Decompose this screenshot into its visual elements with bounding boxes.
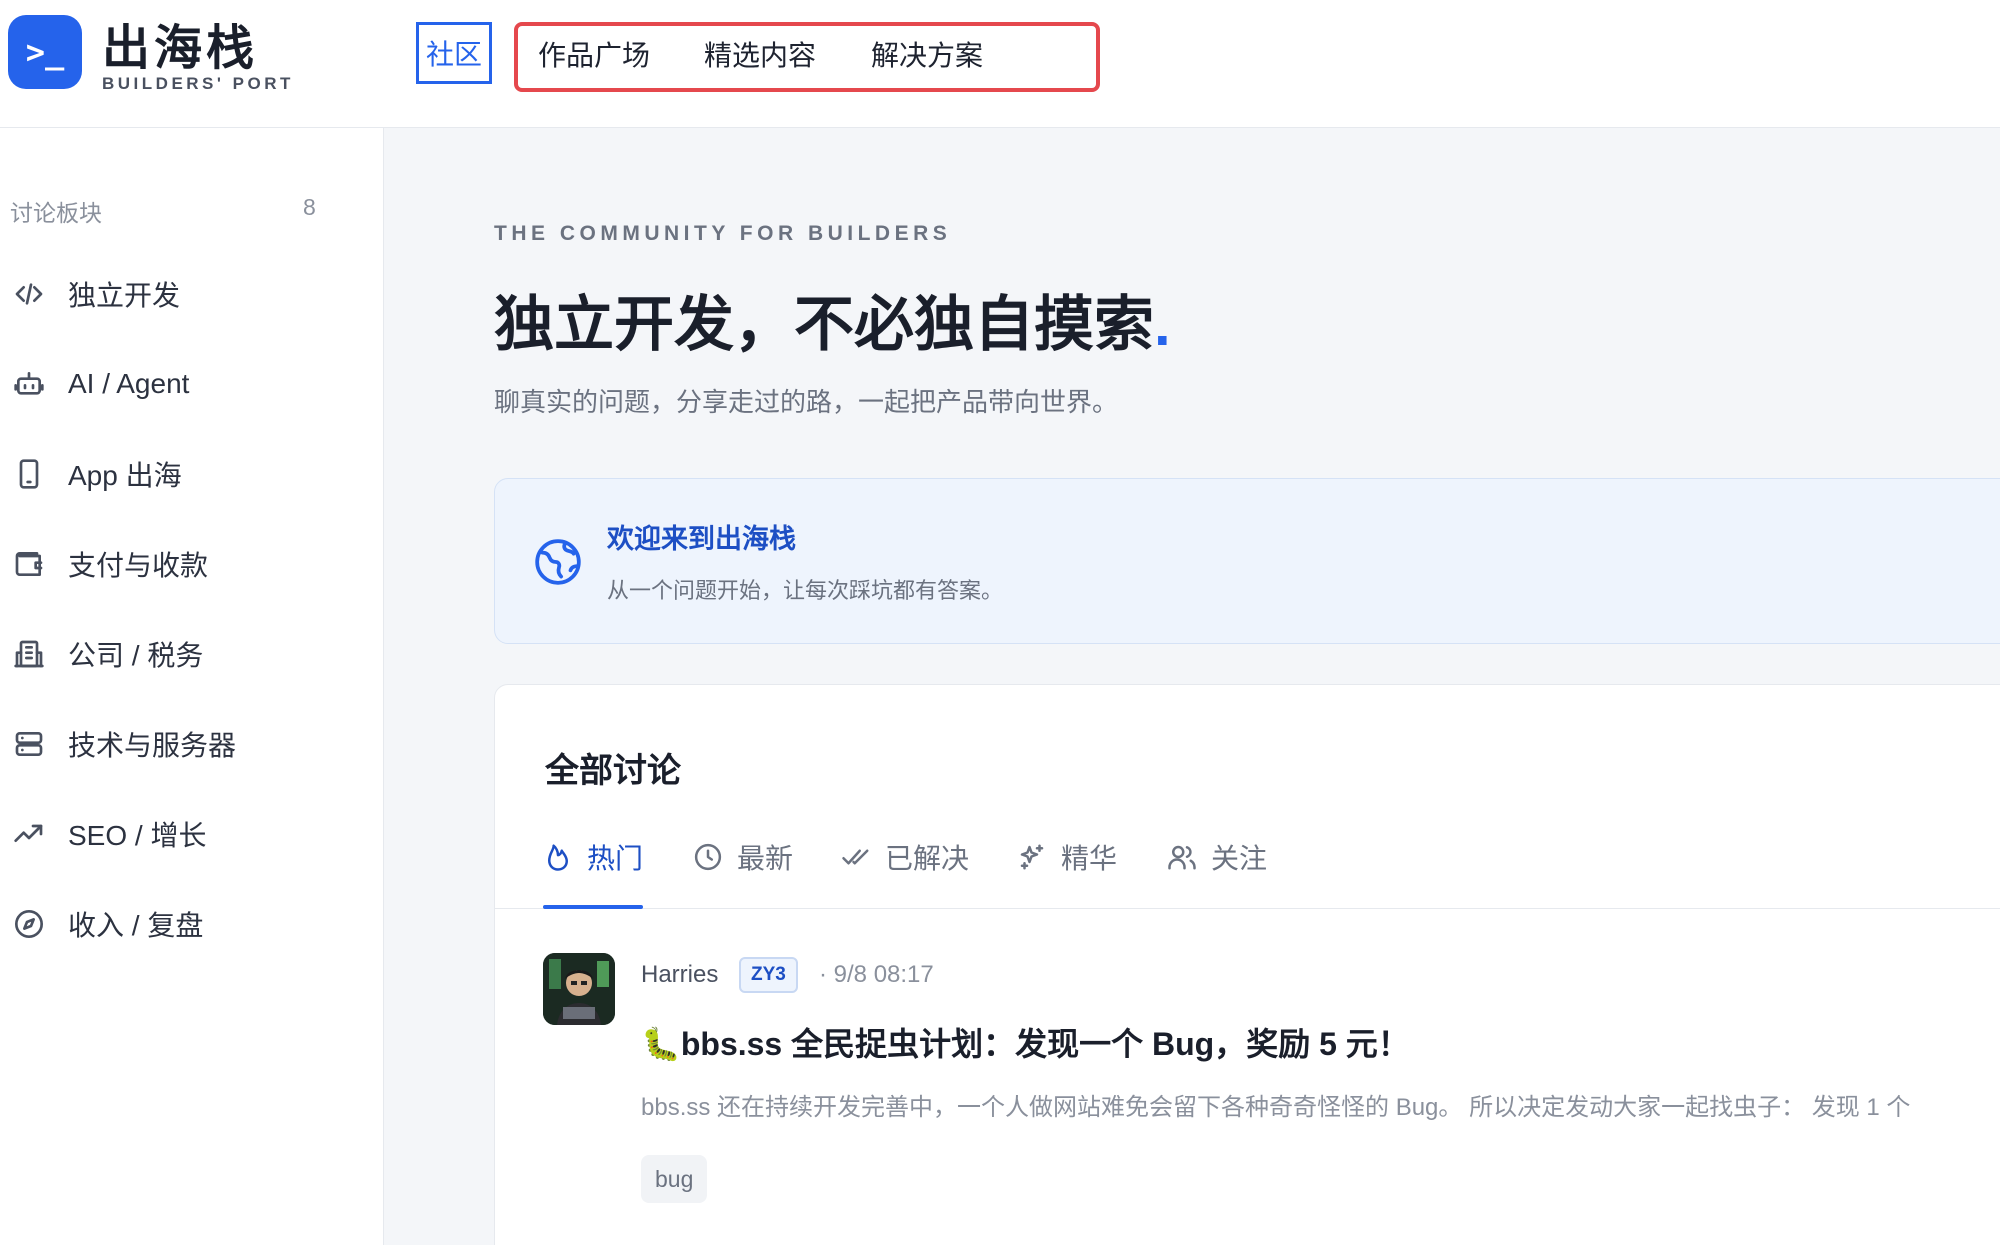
building-icon <box>12 637 46 671</box>
sidebar-item-label: AI / Agent <box>68 368 190 399</box>
tab-solved[interactable]: 已解决 <box>841 805 969 909</box>
tab-label: 关注 <box>1211 843 1268 874</box>
discussion-panel: 全部讨论 热门 最新 已解决 精华 关注 Harries ZY3 · 9/8 0… <box>494 684 2000 1245</box>
robot-icon <box>12 367 46 401</box>
sidebar-item-indie-dev[interactable]: 独立开发 <box>0 264 384 324</box>
sidebar-item-label: 收入 / 复盘 <box>68 910 204 941</box>
post-time: · 9/8 08:17 <box>819 961 934 988</box>
tab-label: 已解决 <box>885 843 970 874</box>
hero-title: 独立开发，不必独自摸索. <box>494 276 1171 363</box>
sidebar-item-company-tax[interactable]: 公司 / 税务 <box>0 624 384 684</box>
bug-emoji-icon: 🐛 <box>641 1026 681 1062</box>
tab-label: 精华 <box>1061 843 1118 874</box>
sidebar-item-label: App 出海 <box>68 460 182 491</box>
tab-label: 最新 <box>737 843 794 874</box>
sidebar-item-app[interactable]: App 出海 <box>0 444 384 504</box>
double-check-icon <box>841 842 871 872</box>
code-icon <box>12 277 46 311</box>
sidebar-item-revenue-review[interactable]: 收入 / 复盘 <box>0 894 384 954</box>
nav-showcase[interactable]: 作品广场 <box>538 34 650 74</box>
welcome-banner: 欢迎来到出海栈 从一个问题开始，让每次踩坑都有答案。 <box>494 478 2000 644</box>
post-tag[interactable]: bug <box>641 1155 708 1203</box>
tagline: THE COMMUNITY FOR BUILDERS <box>494 222 952 245</box>
nav-solutions[interactable]: 解决方案 <box>871 34 983 74</box>
globe-icon <box>533 537 583 587</box>
welcome-title: 欢迎来到出海栈 <box>607 524 796 554</box>
avatar[interactable] <box>543 953 615 1025</box>
compass-icon <box>12 907 46 941</box>
sidebar-count: 8 <box>303 194 316 220</box>
hero-dot: . <box>1154 291 1171 358</box>
post-excerpt: bbs.ss 还在持续开发完善中，一个人做网站难免会留下各种奇奇怪怪的 Bug。… <box>641 1094 1911 1121</box>
sidebar-item-ai-agent[interactable]: AI / Agent <box>0 354 384 414</box>
post-title-text: bbs.ss 全民捉虫计划：发现一个 Bug，奖励 5 元！ <box>680 1026 1410 1062</box>
wallet-icon <box>12 547 46 581</box>
tab-hot[interactable]: 热门 <box>543 805 643 909</box>
sidebar-item-seo-growth[interactable]: SEO / 增长 <box>0 804 384 864</box>
smartphone-icon <box>12 457 46 491</box>
post-title[interactable]: 🐛bbs.ss 全民捉虫计划：发现一个 Bug，奖励 5 元！ <box>641 1019 1410 1065</box>
user-badge: ZY3 <box>739 957 798 993</box>
sparkles-icon <box>1017 842 1047 872</box>
sidebar-item-payment[interactable]: 支付与收款 <box>0 534 384 594</box>
sidebar-item-tech-server[interactable]: 技术与服务器 <box>0 714 384 774</box>
tab-label: 热门 <box>587 843 644 874</box>
sidebar: 讨论板块 8 独立开发 AI / Agent App 出海 支付与收款 公司 /… <box>0 128 384 1245</box>
tab-following[interactable]: 关注 <box>1167 805 1267 909</box>
active-tab-indicator <box>543 905 643 909</box>
nav-featured[interactable]: 精选内容 <box>704 34 816 74</box>
nav-community[interactable]: 社区 <box>416 22 492 84</box>
brand-subtitle: BUILDERS' PORT <box>102 74 294 93</box>
sidebar-item-label: 支付与收款 <box>68 550 209 581</box>
discussion-tabs: 热门 最新 已解决 精华 关注 <box>495 805 2000 909</box>
sidebar-item-label: SEO / 增长 <box>68 820 207 851</box>
sidebar-item-label: 技术与服务器 <box>68 730 237 761</box>
top-header: >_ 出海栈 BUILDERS' PORT 社区 作品广场 精选内容 解决方案 <box>0 0 2000 128</box>
hero-subtitle: 聊真实的问题，分享走过的路，一起把产品带向世界。 <box>494 387 1119 417</box>
brand-title[interactable]: 出海栈 <box>102 8 258 78</box>
trending-up-icon <box>12 817 46 851</box>
clock-icon <box>693 842 723 872</box>
sidebar-item-label: 独立开发 <box>68 280 181 311</box>
tab-featured[interactable]: 精华 <box>1017 805 1117 909</box>
flame-icon <box>543 842 573 872</box>
sidebar-heading: 讨论板块 <box>10 200 102 226</box>
panel-title: 全部讨论 <box>545 752 681 790</box>
welcome-text: 从一个问题开始，让每次踩坑都有答案。 <box>607 578 1004 603</box>
server-icon <box>12 727 46 761</box>
logo-icon[interactable]: >_ <box>8 15 82 89</box>
sidebar-item-label: 公司 / 税务 <box>68 640 204 671</box>
tab-latest[interactable]: 最新 <box>693 805 793 909</box>
hero-text: 独立开发，不必独自摸索 <box>494 291 1154 358</box>
post-author[interactable]: Harries <box>641 961 718 989</box>
users-icon <box>1167 842 1197 872</box>
